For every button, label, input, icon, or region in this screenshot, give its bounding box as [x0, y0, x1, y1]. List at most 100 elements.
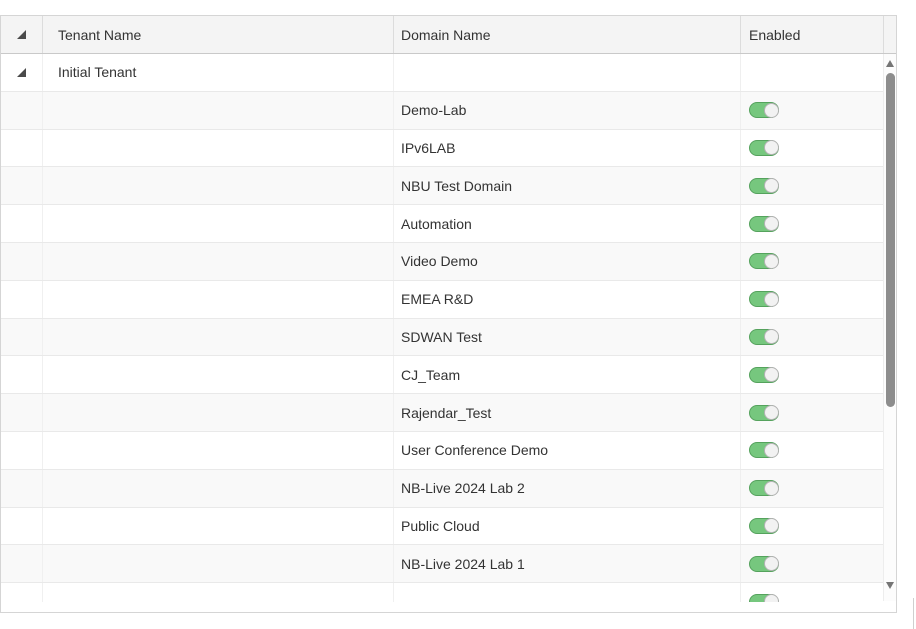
- scroll-up-arrow-icon[interactable]: [886, 60, 894, 67]
- domain-name-cell: [394, 583, 741, 602]
- enabled-toggle[interactable]: [749, 442, 779, 458]
- treegrid-body: Initial Tenant Demo-Lab: [1, 54, 896, 602]
- enabled-toggle[interactable]: [749, 253, 779, 269]
- domain-row[interactable]: Rajendar_Test: [1, 394, 883, 432]
- domain-row[interactable]: [1, 583, 883, 602]
- expand-all-icon[interactable]: [17, 30, 26, 39]
- domain-name-cell: NB-Live 2024 Lab 1: [394, 545, 741, 582]
- header-enabled[interactable]: Enabled: [741, 16, 883, 53]
- enabled-toggle[interactable]: [749, 594, 779, 602]
- domain-name-label: EMEA R&D: [401, 291, 473, 307]
- domain-name-cell: User Conference Demo: [394, 432, 741, 469]
- scroll-down-arrow-icon[interactable]: [886, 582, 894, 589]
- header-expand-all-cell[interactable]: [1, 16, 43, 53]
- enabled-toggle[interactable]: [749, 140, 779, 156]
- domain-name-cell: Video Demo: [394, 243, 741, 280]
- domain-enabled-cell: [741, 130, 883, 167]
- domain-row[interactable]: NBU Test Domain: [1, 167, 883, 205]
- domain-row[interactable]: NB-Live 2024 Lab 2: [1, 470, 883, 508]
- domain-tenant-cell: [43, 205, 394, 242]
- domain-tenant-cell: [43, 130, 394, 167]
- enabled-toggle[interactable]: [749, 216, 779, 232]
- domain-enabled-cell: [741, 508, 883, 545]
- domain-row[interactable]: SDWAN Test: [1, 319, 883, 357]
- domain-name-label: Public Cloud: [401, 518, 480, 534]
- toggle-knob-icon: [764, 292, 779, 307]
- domain-enabled-cell: [741, 243, 883, 280]
- enabled-toggle[interactable]: [749, 102, 779, 118]
- domain-tenant-cell: [43, 167, 394, 204]
- domain-row[interactable]: Automation: [1, 205, 883, 243]
- domain-row[interactable]: IPv6LAB: [1, 130, 883, 168]
- domain-name-cell: Rajendar_Test: [394, 394, 741, 431]
- domain-enabled-cell: [741, 205, 883, 242]
- domain-expand-cell: [1, 394, 43, 431]
- toggle-knob-icon: [764, 481, 779, 496]
- domain-name-cell: NBU Test Domain: [394, 167, 741, 204]
- tenant-expanded-icon[interactable]: [17, 68, 26, 77]
- domain-name-label: NB-Live 2024 Lab 2: [401, 480, 525, 496]
- domain-tenant-cell: [43, 243, 394, 280]
- domain-row[interactable]: NB-Live 2024 Lab 1: [1, 545, 883, 583]
- toggle-knob-icon: [764, 103, 779, 118]
- enabled-toggle[interactable]: [749, 291, 779, 307]
- domain-name-cell: Automation: [394, 205, 741, 242]
- header-tenant-name[interactable]: Tenant Name: [43, 16, 394, 53]
- enabled-toggle[interactable]: [749, 367, 779, 383]
- domain-name-cell: Public Cloud: [394, 508, 741, 545]
- domain-name-label: SDWAN Test: [401, 329, 482, 345]
- domain-name-label: User Conference Demo: [401, 442, 548, 458]
- domain-row[interactable]: CJ_Team: [1, 356, 883, 394]
- toggle-knob-icon: [764, 216, 779, 231]
- enabled-toggle[interactable]: [749, 556, 779, 572]
- tenant-expand-cell[interactable]: [1, 54, 43, 91]
- domain-name-label: Rajendar_Test: [401, 405, 491, 421]
- toggle-knob-icon: [764, 367, 779, 382]
- toggle-knob-icon: [764, 594, 779, 602]
- domain-expand-cell: [1, 205, 43, 242]
- treegrid-rows: Initial Tenant Demo-Lab: [1, 54, 883, 602]
- toggle-knob-icon: [764, 178, 779, 193]
- toggle-knob-icon: [764, 140, 779, 155]
- domain-expand-cell: [1, 281, 43, 318]
- tenant-domain-treegrid: Tenant Name Domain Name Enabled Initial …: [0, 15, 897, 613]
- domain-enabled-cell: [741, 394, 883, 431]
- domain-name-label: Automation: [401, 216, 472, 232]
- domain-expand-cell: [1, 243, 43, 280]
- enabled-toggle[interactable]: [749, 405, 779, 421]
- enabled-toggle[interactable]: [749, 178, 779, 194]
- domain-expand-cell: [1, 92, 43, 129]
- domain-name-cell: Demo-Lab: [394, 92, 741, 129]
- vertical-scrollbar[interactable]: [883, 54, 896, 601]
- enabled-toggle[interactable]: [749, 518, 779, 534]
- tenant-row[interactable]: Initial Tenant: [1, 54, 883, 92]
- domain-name-label: IPv6LAB: [401, 140, 455, 156]
- domain-enabled-cell: [741, 545, 883, 582]
- domain-name-cell: IPv6LAB: [394, 130, 741, 167]
- domain-enabled-cell: [741, 432, 883, 469]
- domain-name-cell: SDWAN Test: [394, 319, 741, 356]
- header-tenant-name-label: Tenant Name: [58, 27, 141, 43]
- domain-row[interactable]: Video Demo: [1, 243, 883, 281]
- domain-row[interactable]: Demo-Lab: [1, 92, 883, 130]
- domain-name-label: NBU Test Domain: [401, 178, 512, 194]
- toggle-knob-icon: [764, 518, 779, 533]
- domain-expand-cell: [1, 319, 43, 356]
- treegrid-header: Tenant Name Domain Name Enabled: [1, 16, 896, 54]
- domain-tenant-cell: [43, 432, 394, 469]
- domain-enabled-cell: [741, 470, 883, 507]
- enabled-toggle[interactable]: [749, 480, 779, 496]
- domain-expand-cell: [1, 432, 43, 469]
- domain-row[interactable]: Public Cloud: [1, 508, 883, 546]
- toggle-knob-icon: [764, 556, 779, 571]
- domain-row[interactable]: EMEA R&D: [1, 281, 883, 319]
- enabled-toggle[interactable]: [749, 329, 779, 345]
- header-domain-name[interactable]: Domain Name: [394, 16, 741, 53]
- scrollbar-thumb[interactable]: [886, 73, 895, 407]
- tenant-name-cell: Initial Tenant: [43, 54, 394, 91]
- domain-enabled-cell: [741, 319, 883, 356]
- domain-row[interactable]: User Conference Demo: [1, 432, 883, 470]
- domain-tenant-cell: [43, 470, 394, 507]
- domain-enabled-cell: [741, 281, 883, 318]
- header-enabled-label: Enabled: [749, 27, 800, 43]
